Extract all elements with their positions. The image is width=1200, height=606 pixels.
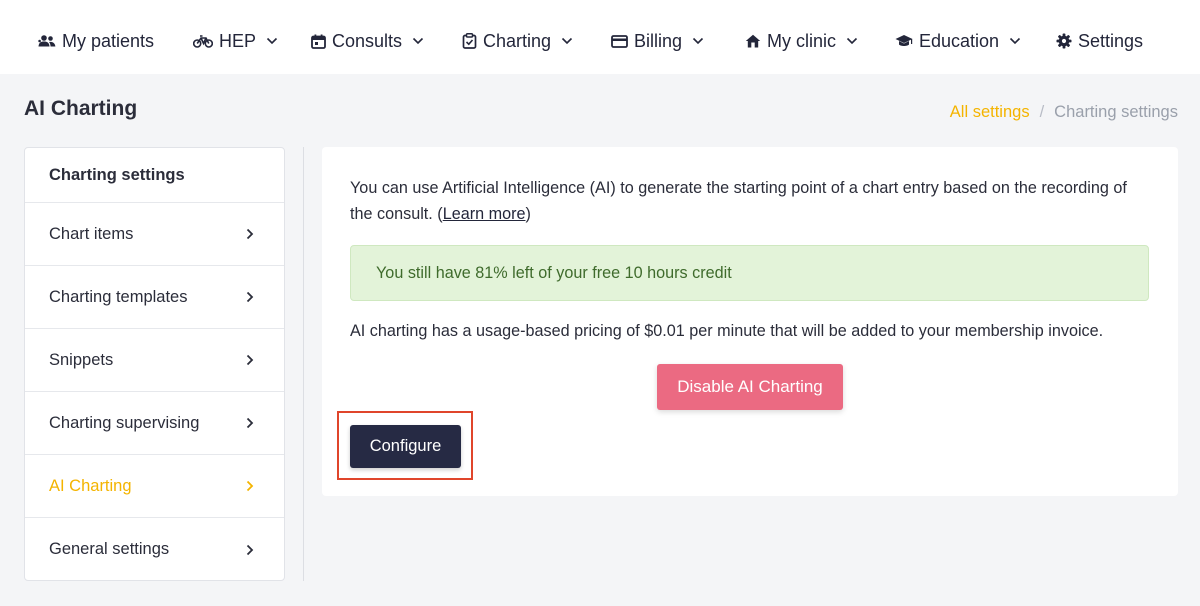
sidebar-item-charting-templates[interactable]: Charting templates — [25, 266, 284, 329]
sidebar-item-snippets[interactable]: Snippets — [25, 329, 284, 392]
settings-sidebar: Charting settings Chart items Charting t… — [24, 147, 285, 581]
chevron-down-icon — [1009, 37, 1021, 45]
pricing-text: AI charting has a usage-based pricing of… — [350, 322, 1104, 340]
ai-charting-card: You can use Artificial Intelligence (AI)… — [322, 147, 1178, 496]
nav-label: Charting — [483, 30, 552, 51]
sidebar-item-ai-charting[interactable]: AI Charting — [25, 455, 284, 518]
nav-label: My patients — [62, 30, 155, 51]
chevron-right-icon — [246, 354, 254, 366]
breadcrumb-separator: / — [1039, 103, 1045, 121]
sidebar-item-label: Charting templates — [49, 287, 188, 306]
nav-consults[interactable]: Consults — [311, 29, 424, 53]
nav-charting[interactable]: Charting — [462, 29, 573, 53]
gear-icon — [1056, 33, 1072, 49]
house-icon — [745, 34, 761, 48]
graduation-cap-icon — [895, 34, 913, 48]
intro-close: ) — [525, 205, 531, 223]
chevron-right-icon — [246, 544, 254, 556]
page-title: AI Charting — [24, 97, 138, 120]
sidebar-item-label: AI Charting — [49, 476, 132, 495]
learn-more-link[interactable]: Learn more — [443, 205, 526, 223]
chevron-right-icon — [246, 417, 254, 429]
chevron-down-icon — [266, 37, 278, 45]
nav-education[interactable]: Education — [895, 29, 1021, 53]
chevron-down-icon — [846, 37, 858, 45]
nav-label: Settings — [1078, 30, 1144, 51]
nav-settings[interactable]: Settings — [1056, 29, 1143, 53]
sidebar-item-label: Charting supervising — [49, 413, 200, 432]
sidebar-item-label: Chart items — [49, 224, 134, 243]
sidebar-item-charting-supervising[interactable]: Charting supervising — [25, 392, 284, 455]
chevron-right-icon — [246, 228, 254, 240]
chevron-down-icon — [692, 37, 704, 45]
nav-label: Consults — [332, 30, 403, 51]
chevron-down-icon — [412, 37, 424, 45]
nav-label: My clinic — [767, 30, 837, 51]
sidebar-item-chart-items[interactable]: Chart items — [25, 203, 284, 266]
breadcrumb-current: Charting settings — [1054, 103, 1178, 121]
breadcrumb-all-settings-link[interactable]: All settings — [950, 103, 1030, 122]
sidebar-header: Charting settings — [25, 148, 284, 203]
chevron-right-icon — [246, 291, 254, 303]
configure-button[interactable]: Configure — [350, 425, 461, 468]
top-navigation: My patients HEP Consults Charting Billin… — [0, 0, 1200, 74]
credit-notice-text: You still have 81% left of your free 10 … — [376, 263, 732, 282]
sidebar-item-general-settings[interactable]: General settings — [25, 518, 284, 580]
credit-card-icon — [611, 34, 628, 48]
nav-my-clinic[interactable]: My clinic — [745, 29, 858, 53]
credit-notice: You still have 81% left of your free 10 … — [350, 245, 1149, 301]
vertical-divider — [303, 147, 304, 581]
users-icon — [38, 34, 56, 48]
nav-my-patients[interactable]: My patients — [38, 29, 154, 53]
disable-ai-charting-button[interactable]: Disable AI Charting — [657, 364, 843, 410]
bicycle-icon — [193, 34, 213, 48]
chevron-down-icon — [561, 37, 573, 45]
nav-label: HEP — [219, 30, 257, 51]
sidebar-item-label: Snippets — [49, 350, 114, 369]
breadcrumb: All settings / Charting settings — [950, 103, 1178, 122]
nav-label: Education — [919, 30, 1000, 51]
clipboard-icon — [462, 33, 477, 49]
chevron-right-icon — [246, 480, 254, 492]
nav-billing[interactable]: Billing — [611, 29, 704, 53]
calendar-icon — [311, 34, 326, 49]
nav-label: Billing — [634, 30, 683, 51]
sidebar-item-label: General settings — [49, 540, 170, 558]
nav-hep[interactable]: HEP — [193, 29, 278, 53]
intro-paragraph: You can use Artificial Intelligence (AI)… — [350, 175, 1130, 227]
